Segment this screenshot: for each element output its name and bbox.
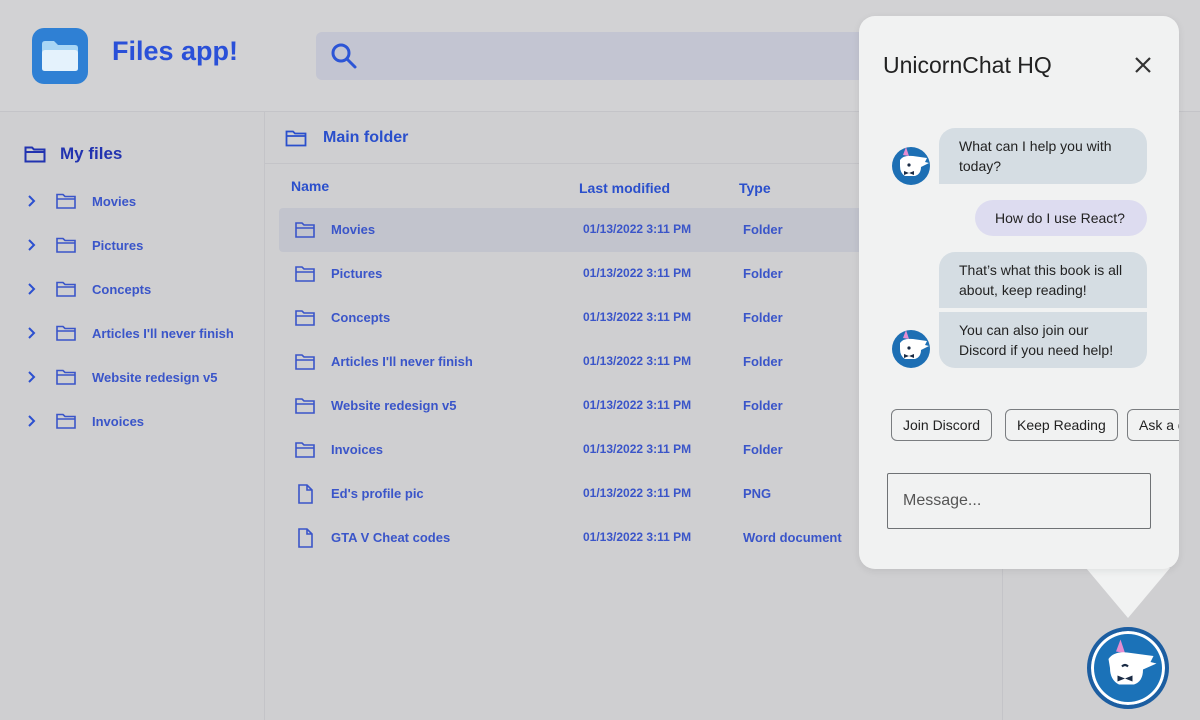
row-name: Concepts — [331, 310, 391, 325]
row-name: GTA V Cheat codes — [331, 530, 451, 545]
column-header-name[interactable]: Name — [291, 178, 329, 194]
folder-icon — [295, 310, 315, 326]
row-modified: 01/13/2022 3:11 PM — [583, 310, 692, 324]
row-name: Website redesign v5 — [331, 398, 457, 413]
chat-popover-tail — [1086, 568, 1170, 618]
chevron-right-icon[interactable] — [24, 281, 40, 297]
folder-logo-icon — [42, 41, 78, 71]
sidebar-root-label: My files — [60, 144, 123, 163]
bot-message: You can also join our Discord if you nee… — [939, 312, 1147, 368]
sidebar-item-label: Movies — [92, 193, 137, 209]
files-app-logo — [32, 28, 88, 84]
row-name: Articles I'll never finish — [331, 354, 473, 369]
row-name: Invoices — [331, 442, 384, 457]
bot-message: What can I help you with today? — [939, 128, 1147, 184]
bot-message: That’s what this book is all about, keep… — [939, 252, 1147, 308]
sidebar-root-my-files[interactable]: My files — [24, 142, 122, 166]
quick-reply-join-discord[interactable]: Join Discord — [891, 409, 993, 441]
folder-icon — [56, 237, 76, 253]
folder-icon — [295, 442, 315, 458]
sidebar-item-label: Concepts — [92, 281, 152, 297]
breadcrumb-main-folder[interactable]: Main folder — [285, 128, 408, 148]
row-modified: 01/13/2022 3:11 PM — [583, 222, 692, 236]
chat-widget: UnicornChat HQ What can I help you with … — [859, 16, 1179, 569]
row-type: Folder — [743, 354, 783, 369]
folder-icon — [295, 354, 315, 370]
row-modified: 01/13/2022 3:11 PM — [583, 486, 692, 500]
row-type: Folder — [743, 266, 783, 281]
sidebar-item-label: Invoices — [92, 413, 145, 429]
column-header-last-modified[interactable]: Last modified — [579, 180, 670, 196]
app-title: Files app! — [112, 36, 239, 66]
row-type: Folder — [743, 222, 783, 237]
sidebar-item-label: Articles I'll never finish — [92, 325, 234, 341]
folder-icon — [56, 193, 76, 209]
folder-icon — [56, 369, 76, 385]
search-icon[interactable] — [330, 42, 358, 70]
row-type: Folder — [743, 310, 783, 325]
sidebar-item-movies[interactable]: Movies — [24, 189, 136, 213]
user-message: How do I use React? — [975, 200, 1147, 236]
row-name: Movies — [331, 222, 376, 237]
folder-icon — [295, 222, 315, 238]
column-header-type[interactable]: Type — [739, 180, 771, 196]
folder-icon — [295, 266, 315, 282]
sidebar-item-label: Pictures — [92, 237, 144, 253]
file-icon — [298, 484, 313, 504]
row-type: Word document — [743, 530, 842, 545]
row-modified: 01/13/2022 3:11 PM — [583, 266, 692, 280]
chevron-right-icon[interactable] — [24, 193, 40, 209]
folder-icon — [56, 325, 76, 341]
row-type: Folder — [743, 442, 783, 457]
unicorn-avatar-icon — [892, 147, 930, 185]
chat-title: UnicornChat HQ — [883, 52, 1052, 78]
row-modified: 01/13/2022 3:11 PM — [583, 442, 692, 456]
sidebar-item-concepts[interactable]: Concepts — [24, 277, 151, 301]
chevron-right-icon[interactable] — [24, 237, 40, 253]
row-modified: 01/13/2022 3:11 PM — [583, 354, 692, 368]
row-type: Folder — [743, 398, 783, 413]
chevron-right-icon[interactable] — [24, 413, 40, 429]
close-icon[interactable] — [1132, 54, 1154, 76]
folder-icon — [285, 130, 307, 147]
sidebar-item-articles[interactable]: Articles I'll never finish — [24, 321, 234, 345]
row-modified: 01/13/2022 3:11 PM — [583, 530, 692, 544]
breadcrumb-label: Main folder — [323, 129, 409, 146]
quick-reply-keep-reading[interactable]: Keep Reading — [1005, 409, 1118, 441]
sidebar-item-pictures[interactable]: Pictures — [24, 233, 143, 257]
folder-icon — [24, 146, 46, 163]
folder-icon — [56, 281, 76, 297]
chevron-right-icon[interactable] — [24, 369, 40, 385]
chat-body: UnicornChat HQ What can I help you with … — [859, 16, 1179, 569]
message-input[interactable] — [887, 473, 1151, 529]
chevron-right-icon[interactable] — [24, 325, 40, 341]
row-name: Pictures — [331, 266, 383, 281]
row-modified: 01/13/2022 3:11 PM — [583, 398, 692, 412]
sidebar-item-invoices[interactable]: Invoices — [24, 409, 144, 433]
unicorn-avatar-icon — [892, 330, 930, 368]
folder-icon — [56, 413, 76, 429]
unicorn-icon — [1108, 639, 1157, 685]
chat-launcher-button[interactable] — [1087, 627, 1169, 709]
folder-icon — [295, 398, 315, 414]
sidebar: My files Movies Pictures Concepts Articl… — [0, 112, 265, 720]
file-icon — [298, 528, 313, 548]
sidebar-item-website-redesign[interactable]: Website redesign v5 — [24, 365, 217, 389]
row-type: PNG — [743, 486, 772, 501]
sidebar-item-label: Website redesign v5 — [92, 369, 218, 385]
quick-reply-ask-question[interactable]: Ask a question — [1127, 409, 1179, 441]
search-bar[interactable] — [316, 32, 916, 80]
row-name: Ed's profile pic — [331, 486, 424, 501]
